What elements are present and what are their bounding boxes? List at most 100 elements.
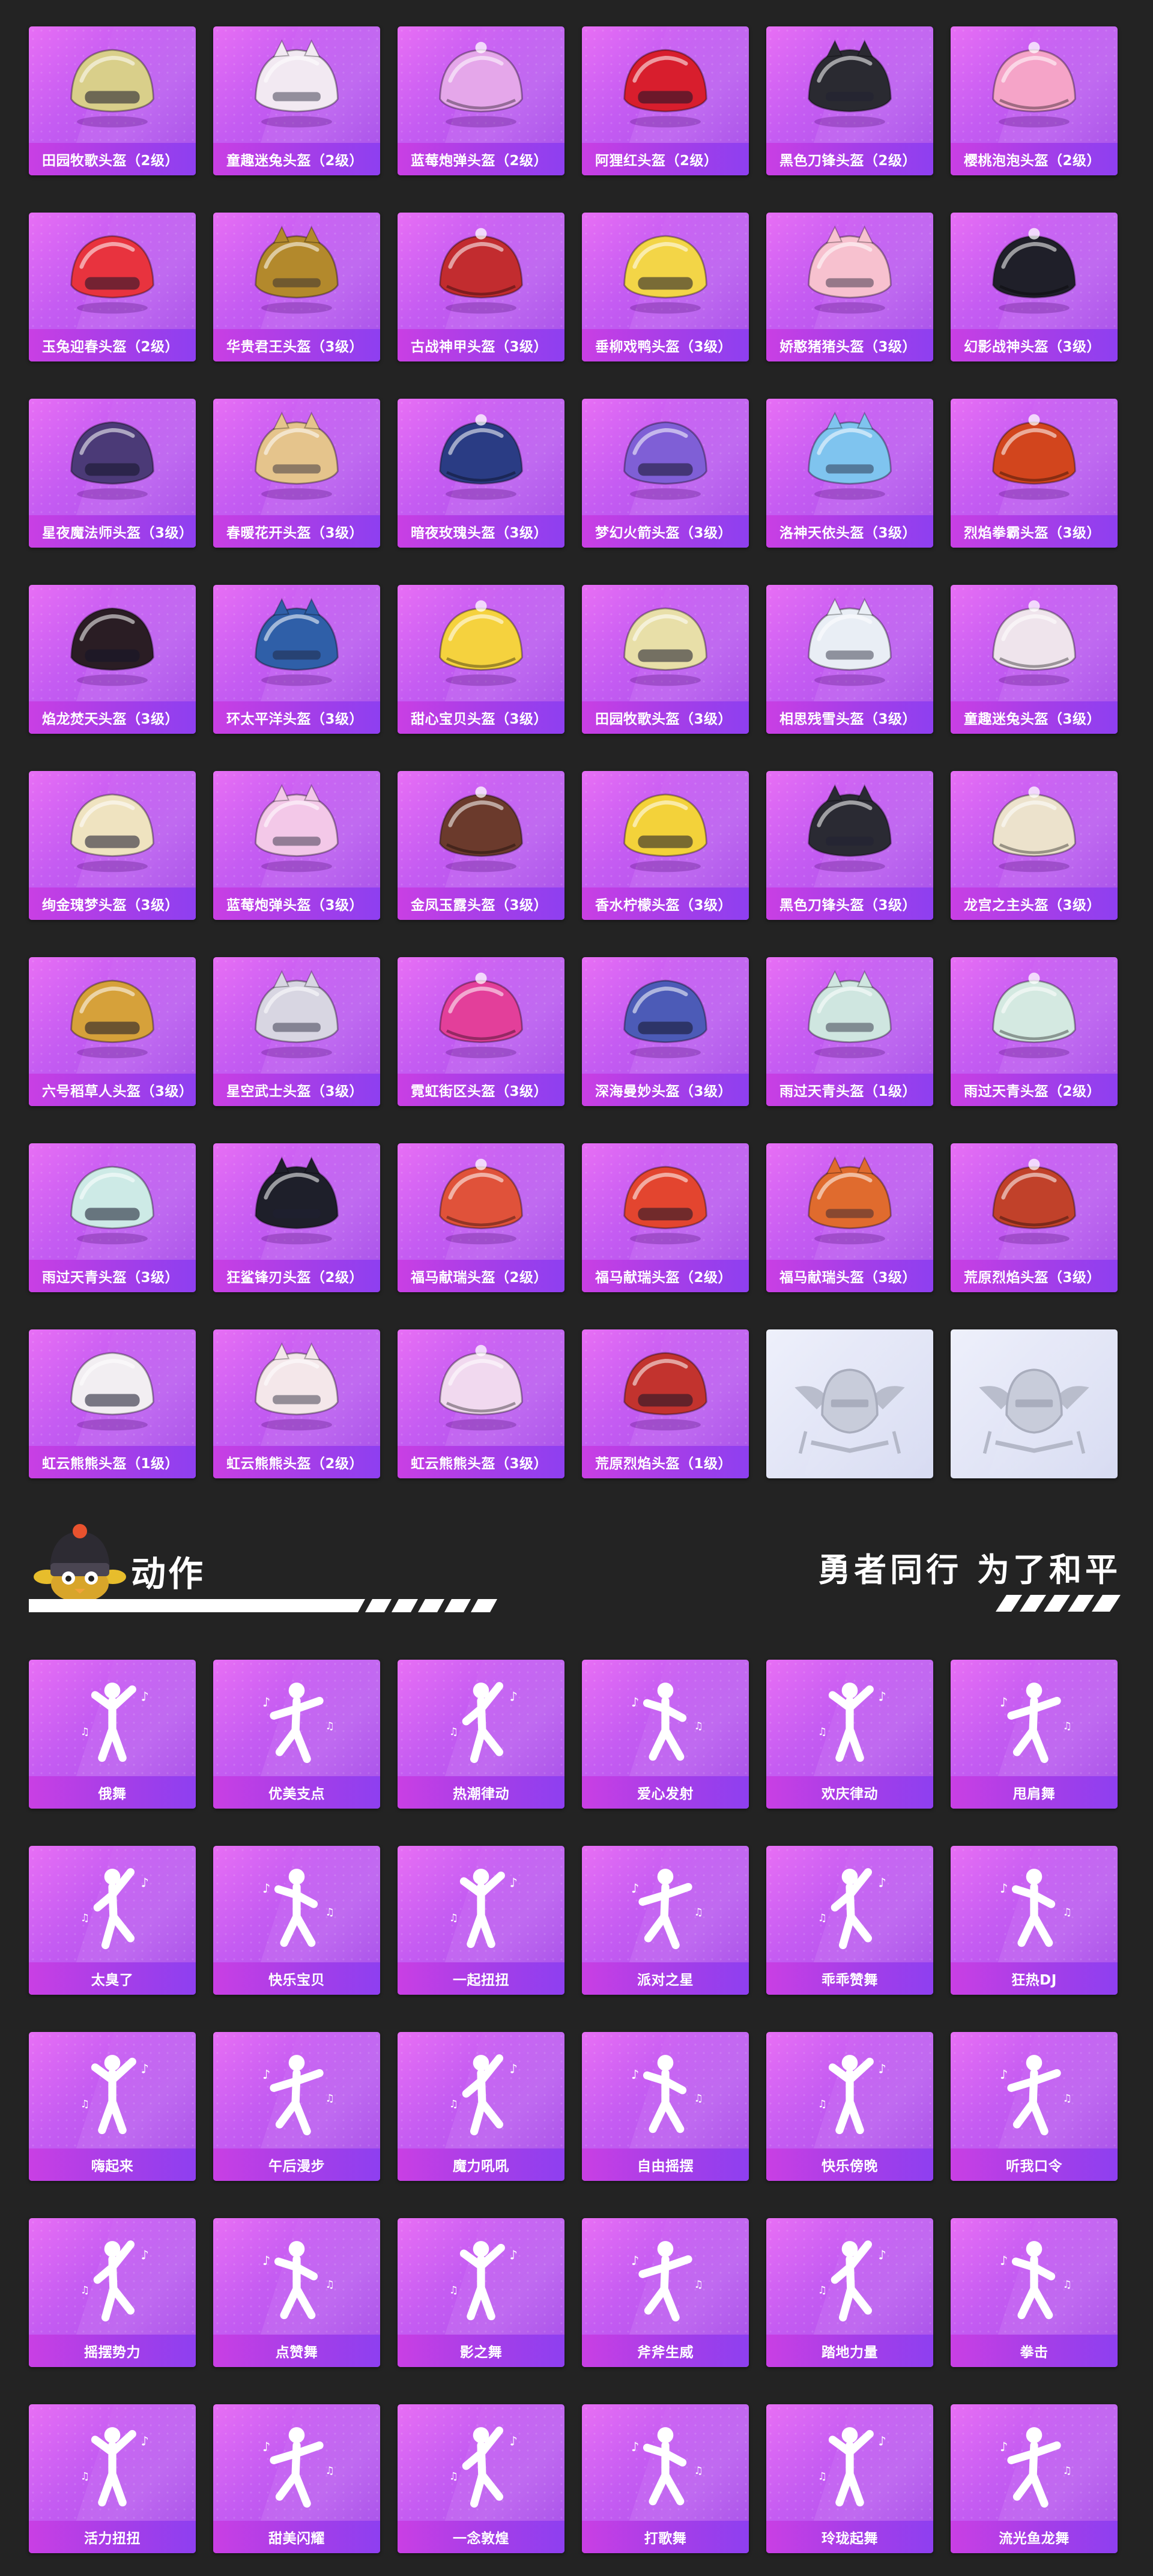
emote-card[interactable]: ♪ ♫ 俄舞 bbox=[29, 1660, 196, 1809]
helmet-name: 霓虹街区头盔（3级） bbox=[411, 1084, 548, 1099]
emote-card[interactable]: ♪ ♫ 太臭了 bbox=[29, 1846, 196, 1995]
emote-card[interactable]: ♪ ♫ 欢庆律动 bbox=[766, 1660, 933, 1809]
emote-card[interactable]: ♪ ♫ 拳击 bbox=[951, 2218, 1118, 2367]
helmet-card[interactable]: 福马献瑞头盔（2级） bbox=[398, 1143, 564, 1292]
emote-card[interactable]: ♪ ♫ 活力扭扭 bbox=[29, 2404, 196, 2553]
card-art: ♪ ♫ bbox=[29, 1846, 196, 1962]
emote-card[interactable]: ♪ ♫ 点赞舞 bbox=[213, 2218, 380, 2367]
helmet-card[interactable]: 相思残雪头盔（3级） bbox=[766, 585, 933, 734]
helmet-icon bbox=[623, 793, 707, 872]
emote-card[interactable]: ♪ ♫ 狂热DJ bbox=[951, 1846, 1118, 1995]
helmet-card[interactable]: 华贵君王头盔（3级） bbox=[213, 213, 380, 361]
emote-card[interactable]: ♪ ♫ 一起扭扭 bbox=[398, 1846, 564, 1995]
helmet-card[interactable]: 香水柠檬头盔（3级） bbox=[582, 771, 749, 920]
card-art bbox=[582, 1143, 749, 1260]
helmet-card[interactable]: 星空武士头盔（3级） bbox=[213, 957, 380, 1106]
helmet-card[interactable]: 环太平洋头盔（3级） bbox=[213, 585, 380, 734]
helmet-card[interactable]: 春暖花开头盔（3级） bbox=[213, 399, 380, 548]
emote-card[interactable]: ♪ ♫ 一念敦煌 bbox=[398, 2404, 564, 2553]
helmet-card[interactable]: 田园牧歌头盔（2级） bbox=[29, 26, 196, 175]
helmet-card[interactable]: 洛神天依头盔（3级） bbox=[766, 399, 933, 548]
emote-card[interactable]: ♪ ♫ 午后漫步 bbox=[213, 2032, 380, 2181]
emote-card[interactable]: ♪ ♫ 自由摇摆 bbox=[582, 2032, 749, 2181]
helmet-card[interactable]: 焰龙焚天头盔（3级） bbox=[29, 585, 196, 734]
helmet-card[interactable]: 娇憨猪猪头盔（3级） bbox=[766, 213, 933, 361]
emote-card[interactable]: ♪ ♫ 魔力吼吼 bbox=[398, 2032, 564, 2181]
emote-card[interactable]: ♪ ♫ 影之舞 bbox=[398, 2218, 564, 2367]
helmet-card[interactable]: 暗夜玫瑰头盔（3级） bbox=[398, 399, 564, 548]
emote-card[interactable]: ♪ ♫ 嗨起来 bbox=[29, 2032, 196, 2181]
placeholder-card[interactable] bbox=[766, 1329, 933, 1478]
emote-card[interactable]: ♪ ♫ 玲珑起舞 bbox=[766, 2404, 933, 2553]
helmet-card[interactable]: 福马献瑞头盔（3级） bbox=[766, 1143, 933, 1292]
emote-card[interactable]: ♪ ♫ 派对之星 bbox=[582, 1846, 749, 1995]
emote-card[interactable]: ♪ ♫ 摇摆势力 bbox=[29, 2218, 196, 2367]
helmet-card[interactable]: 荒原烈焰头盔（3级） bbox=[951, 1143, 1118, 1292]
helmet-card[interactable]: 童趣迷兔头盔（2级） bbox=[213, 26, 380, 175]
emote-card[interactable]: ♪ ♫ 爱心发射 bbox=[582, 1660, 749, 1809]
helmet-card[interactable]: 雨过天青头盔（2级） bbox=[951, 957, 1118, 1106]
emote-card[interactable]: ♪ ♫ 乖乖赞舞 bbox=[766, 1846, 933, 1995]
emote-card[interactable]: ♪ ♫ 听我口令 bbox=[951, 2032, 1118, 2181]
card-art bbox=[213, 1329, 380, 1446]
helmet-card[interactable]: 甜心宝贝头盔（3级） bbox=[398, 585, 564, 734]
card-art bbox=[951, 1143, 1118, 1260]
helmet-card[interactable]: 樱桃泡泡头盔（2级） bbox=[951, 26, 1118, 175]
placeholder-card[interactable] bbox=[951, 1329, 1118, 1478]
emote-card[interactable]: ♪ ♫ 甜美闪耀 bbox=[213, 2404, 380, 2553]
helmet-card[interactable]: 龙宫之主头盔（3级） bbox=[951, 771, 1118, 920]
emote-card[interactable]: ♪ ♫ 踏地力量 bbox=[766, 2218, 933, 2367]
helmet-name: 春暖花开头盔（3级） bbox=[226, 525, 364, 541]
helmet-card[interactable]: 蓝莓炮弹头盔（2级） bbox=[398, 26, 564, 175]
helmet-icon bbox=[255, 597, 339, 686]
helmet-card[interactable]: 虹云熊熊头盔（3级） bbox=[398, 1329, 564, 1478]
helmet-card[interactable]: 深海曼妙头盔（3级） bbox=[582, 957, 749, 1106]
helmet-card[interactable]: 垂柳戏鸭头盔（3级） bbox=[582, 213, 749, 361]
card-label-bar: 烈焰拳霸头盔（3级） bbox=[951, 515, 1118, 548]
card-art: ♪ ♫ bbox=[951, 1846, 1118, 1962]
helmet-card[interactable]: 雨过天青头盔（3级） bbox=[29, 1143, 196, 1292]
helmet-card[interactable]: 虹云熊熊头盔（1级） bbox=[29, 1329, 196, 1478]
emote-card[interactable]: ♪ ♫ 流光鱼龙舞 bbox=[951, 2404, 1118, 2553]
helmet-card[interactable]: 福马献瑞头盔（2级） bbox=[582, 1143, 749, 1292]
helmet-card[interactable]: 田园牧歌头盔（3级） bbox=[582, 585, 749, 734]
emote-card[interactable]: ♪ ♫ 快乐宝贝 bbox=[213, 1846, 380, 1995]
card-label-bar: 点赞舞 bbox=[213, 2335, 380, 2367]
emote-card[interactable]: ♪ ♫ 打歌舞 bbox=[582, 2404, 749, 2553]
helmet-card[interactable]: 蓝莓炮弹头盔（3级） bbox=[213, 771, 380, 920]
helmet-icon bbox=[808, 597, 892, 686]
emote-card[interactable]: ♪ ♫ 甩肩舞 bbox=[951, 1660, 1118, 1809]
helmet-card[interactable]: 梦幻火箭头盔（3级） bbox=[582, 399, 749, 548]
helmet-card[interactable]: 虹云熊熊头盔（2级） bbox=[213, 1329, 380, 1478]
svg-text:♪: ♪ bbox=[1000, 2254, 1008, 2268]
card-art: ♪ ♫ bbox=[398, 1660, 564, 1776]
helmet-card[interactable]: 金凤玉露头盔（3级） bbox=[398, 771, 564, 920]
helmet-card[interactable]: 绚金瑰梦头盔（3级） bbox=[29, 771, 196, 920]
helmet-card[interactable]: 雨过天青头盔（1级） bbox=[766, 957, 933, 1106]
svg-text:♫: ♫ bbox=[818, 1912, 827, 1924]
helmet-card[interactable]: 玉兔迎春头盔（2级） bbox=[29, 213, 196, 361]
emote-card[interactable]: ♪ ♫ 快乐傍晚 bbox=[766, 2032, 933, 2181]
helmet-card[interactable]: 霓虹街区头盔（3级） bbox=[398, 957, 564, 1106]
emote-card[interactable]: ♪ ♫ 热潮律动 bbox=[398, 1660, 564, 1809]
helmet-card[interactable]: 幻影战神头盔（3级） bbox=[951, 213, 1118, 361]
helmet-card[interactable]: 古战神甲头盔（3级） bbox=[398, 213, 564, 361]
helmet-card[interactable]: 黑色刀锋头盔（3级） bbox=[766, 771, 933, 920]
helmet-card[interactable]: 烈焰拳霸头盔（3级） bbox=[951, 399, 1118, 548]
helmet-card[interactable]: 黑色刀锋头盔（2级） bbox=[766, 26, 933, 175]
helmet-name: 星夜魔法师头盔（3级） bbox=[42, 525, 193, 541]
emote-card[interactable]: ♪ ♫ 优美支点 bbox=[213, 1660, 380, 1809]
card-label-bar: 影之舞 bbox=[398, 2335, 564, 2367]
helmet-card[interactable]: 荒原烈焰头盔（1级） bbox=[582, 1329, 749, 1478]
emote-card[interactable]: ♪ ♫ 斧斧生威 bbox=[582, 2218, 749, 2367]
card-label-bar: 狂鲨锋刃头盔（2级） bbox=[213, 1260, 380, 1292]
helmet-card[interactable]: 狂鲨锋刃头盔（2级） bbox=[213, 1143, 380, 1292]
emote-name: 甩肩舞 bbox=[1012, 1786, 1056, 1802]
helmet-card[interactable]: 星夜魔法师头盔（3级） bbox=[29, 399, 196, 548]
card-art bbox=[766, 957, 933, 1074]
helmet-card[interactable]: 阿狸红头盔（2级） bbox=[582, 26, 749, 175]
helmet-card[interactable]: 六号稻草人头盔（3级） bbox=[29, 957, 196, 1106]
helmet-card[interactable]: 童趣迷兔头盔（3级） bbox=[951, 585, 1118, 734]
card-art bbox=[213, 26, 380, 143]
helmet-name: 雨过天青头盔（2级） bbox=[964, 1084, 1101, 1099]
